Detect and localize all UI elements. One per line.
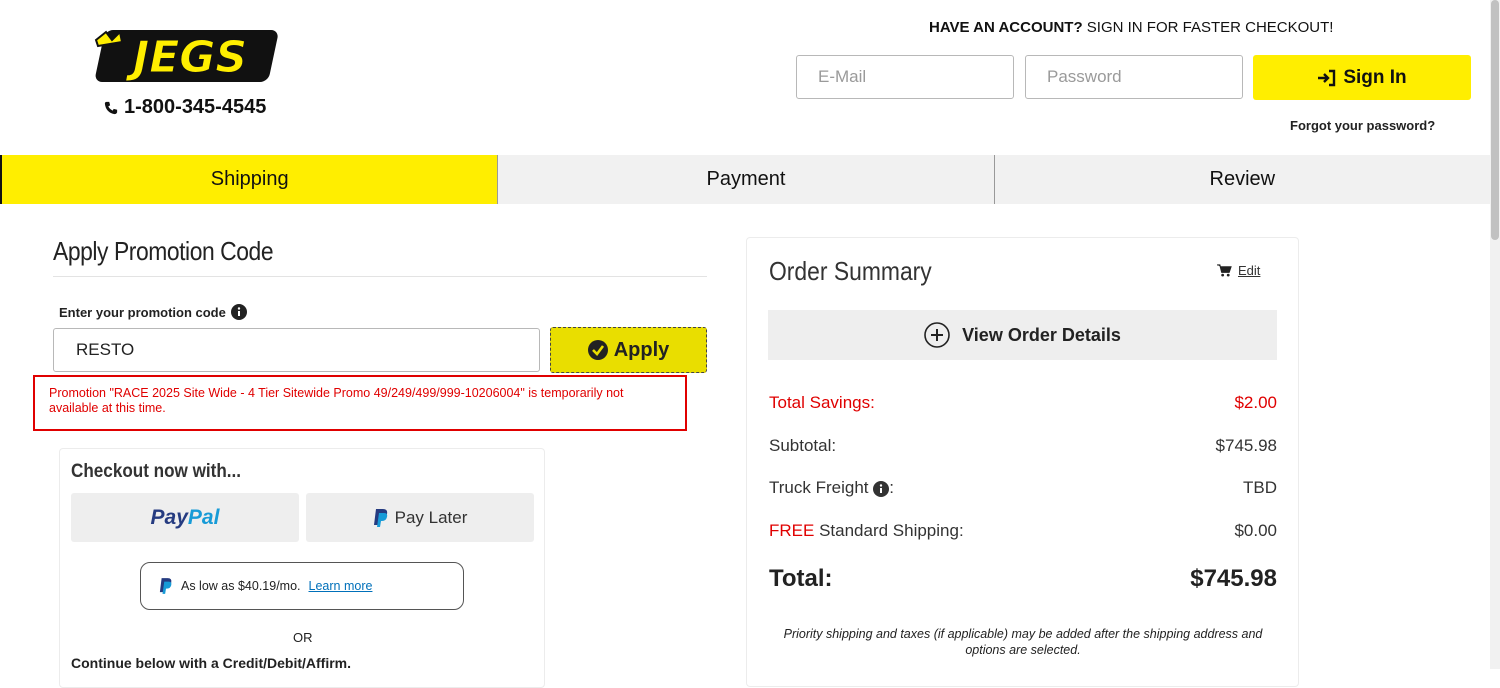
order-summary-panel xyxy=(746,237,1299,687)
step-review[interactable]: Review xyxy=(993,155,1490,204)
promo-code-input[interactable] xyxy=(53,328,540,372)
free-badge: FREE xyxy=(769,521,815,540)
sign-in-icon xyxy=(1318,69,1336,86)
cart-icon xyxy=(1217,264,1232,277)
phone-icon xyxy=(104,101,118,114)
truck-freight-label: Truck Freight xyxy=(769,478,869,497)
password-field[interactable] xyxy=(1025,55,1243,99)
total-row: Total: $745.98 xyxy=(769,565,1277,593)
paypal-icon xyxy=(159,578,172,594)
shipping-value: $0.00 xyxy=(1234,521,1277,540)
paypal-pal: Pal xyxy=(187,505,220,529)
subtotal-value: $745.98 xyxy=(1215,436,1277,455)
jegs-logo[interactable]: JEGS xyxy=(92,26,280,86)
checkout-steps: Shipping Payment Review xyxy=(0,155,1490,204)
edit-cart-link[interactable]: Edit xyxy=(1217,263,1260,278)
promo-title: Apply Promotion Code xyxy=(53,236,274,266)
total-value: $745.98 xyxy=(1190,565,1277,592)
as-low-as-text: As low as $40.19/mo. xyxy=(181,579,301,593)
pay-later-label: Pay Later xyxy=(394,507,468,527)
pay-later-button[interactable]: Pay Later xyxy=(306,493,534,542)
promo-error-message: Promotion "RACE 2025 Site Wide - 4 Tier … xyxy=(33,375,687,431)
scrollbar-thumb[interactable] xyxy=(1491,0,1499,240)
subtotal-row: Subtotal: $745.98 xyxy=(769,436,1277,456)
learn-more-link[interactable]: Learn more xyxy=(309,579,373,593)
sign-in-label: Sign In xyxy=(1343,66,1407,88)
total-savings-label: Total Savings: xyxy=(769,393,875,412)
view-order-details-label: View Order Details xyxy=(962,324,1121,345)
email-field[interactable] xyxy=(796,55,1014,99)
view-order-details-button[interactable]: View Order Details xyxy=(768,310,1277,360)
divider xyxy=(53,276,707,277)
shipping-row: FREE Standard Shipping: $0.00 xyxy=(769,521,1277,541)
shipping-note: Priority shipping and taxes (if applicab… xyxy=(783,627,1263,657)
phone-number[interactable]: 1-800-345-4545 xyxy=(104,96,266,119)
forgot-password-link[interactable]: Forgot your password? xyxy=(1290,118,1435,133)
order-summary-title: Order Summary xyxy=(769,256,932,286)
or-divider: OR xyxy=(293,630,313,645)
total-savings-value: $2.00 xyxy=(1234,393,1277,412)
shipping-label-wrap: FREE Standard Shipping: xyxy=(769,521,964,541)
account-prompt-bold: HAVE AN ACCOUNT? xyxy=(929,19,1083,36)
truck-freight-label-wrap: Truck Freight : xyxy=(769,478,894,498)
logo-text: JEGS xyxy=(125,32,247,83)
apply-label: Apply xyxy=(613,338,670,361)
paypal-icon xyxy=(373,508,387,527)
step-payment[interactable]: Payment xyxy=(497,155,994,204)
account-prompt-rest: SIGN IN FOR FASTER CHECKOUT! xyxy=(1082,19,1334,36)
promo-label-text: Enter your promotion code xyxy=(59,304,226,320)
truck-freight-value: TBD xyxy=(1243,478,1277,497)
total-savings-row: Total Savings: $2.00 xyxy=(769,393,1277,413)
total-label: Total: xyxy=(769,565,833,592)
express-checkout-title: Checkout now with... xyxy=(71,461,242,482)
paypal-button[interactable]: PayPal xyxy=(71,493,299,542)
plus-circle-icon xyxy=(924,322,950,348)
pay-later-offer: As low as $40.19/mo. Learn more xyxy=(140,562,464,610)
account-prompt: HAVE AN ACCOUNT? SIGN IN FOR FASTER CHEC… xyxy=(929,19,1333,36)
subtotal-label: Subtotal: xyxy=(769,436,837,455)
truck-freight-row: Truck Freight : TBD xyxy=(769,478,1277,498)
sign-in-button[interactable]: Sign In xyxy=(1253,55,1471,100)
paypal-pay: Pay xyxy=(150,505,188,529)
check-circle-icon xyxy=(587,340,608,360)
step-shipping[interactable]: Shipping xyxy=(0,155,498,204)
edit-label: Edit xyxy=(1238,263,1261,278)
paypal-logo: PayPal xyxy=(151,506,220,530)
phone-text: 1-800-345-4545 xyxy=(124,96,267,118)
apply-button[interactable]: Apply xyxy=(550,327,707,373)
truck-freight-colon: : xyxy=(889,478,894,497)
shipping-label: Standard Shipping: xyxy=(814,521,964,540)
info-icon[interactable] xyxy=(230,304,247,320)
promo-label: Enter your promotion code xyxy=(59,304,247,320)
info-icon[interactable] xyxy=(873,480,890,497)
